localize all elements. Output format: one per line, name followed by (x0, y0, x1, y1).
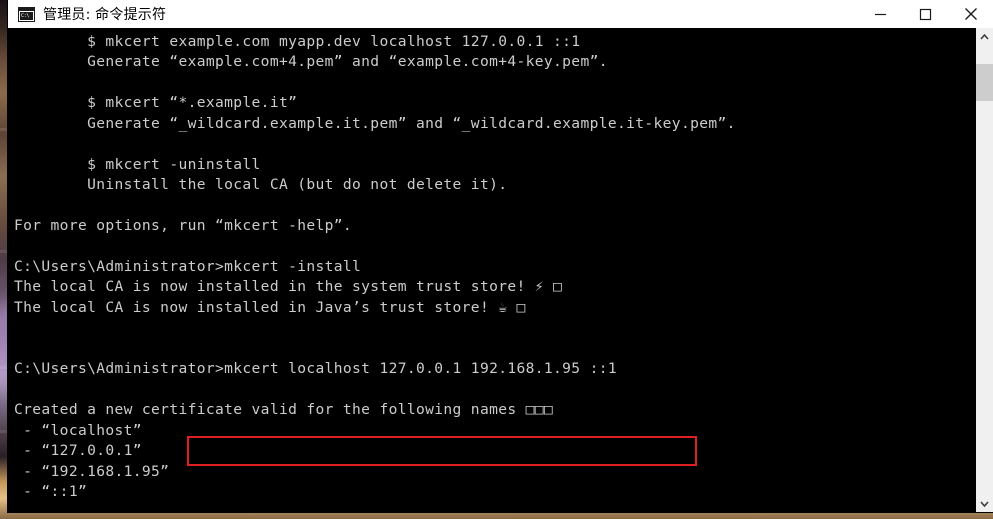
minimize-button[interactable] (858, 0, 903, 28)
chevron-down-icon (980, 500, 989, 507)
chevron-up-icon (980, 33, 989, 40)
icon-screen-glyph: C:\ (20, 11, 33, 20)
close-icon (964, 8, 977, 20)
scrollbar-thumb[interactable] (976, 64, 993, 101)
maximize-icon (919, 8, 932, 20)
cmd-console-icon: C:\ (18, 6, 35, 22)
terminal-output-area[interactable]: $ mkcert example.com myapp.dev localhost… (8, 28, 976, 512)
close-button[interactable] (948, 0, 993, 28)
maximize-button[interactable] (903, 0, 948, 28)
vertical-scrollbar[interactable] (976, 28, 993, 512)
window-controls[interactable] (858, 0, 993, 28)
command-prompt-window[interactable]: C:\ 管理员: 命令提示符 $ mkcert example.com myap… (8, 0, 993, 512)
minimize-icon (875, 13, 886, 15)
title-bar[interactable]: C:\ 管理员: 命令提示符 (8, 0, 993, 28)
window-title: 管理员: 命令提示符 (43, 7, 167, 23)
icon-titlebar-strip (19, 7, 34, 11)
scroll-up-arrow[interactable] (976, 28, 993, 45)
terminal-text: $ mkcert example.com myapp.dev localhost… (14, 33, 736, 500)
scroll-down-arrow[interactable] (976, 495, 993, 512)
scrollbar-track[interactable] (976, 45, 993, 495)
